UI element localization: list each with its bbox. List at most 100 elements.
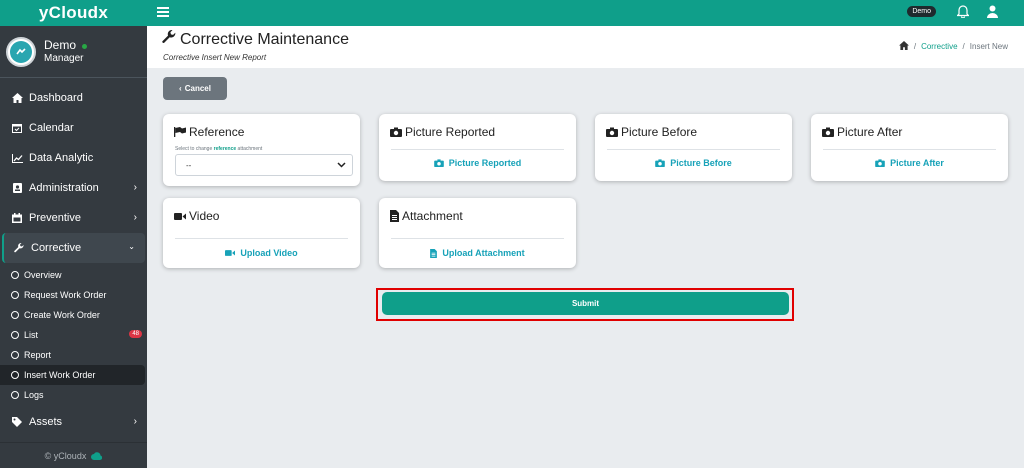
sidebar-item-corrective[interactable]: Corrective ⌄ (2, 233, 145, 263)
page-title-text: Corrective Maintenance (180, 30, 349, 48)
divider (823, 149, 996, 150)
tag-icon (11, 416, 23, 428)
sidebar-item-label: Dashboard (29, 92, 83, 104)
file-icon (430, 248, 438, 258)
count-badge: 48 (129, 330, 142, 338)
card-title: Attachment (390, 209, 463, 223)
wrench-icon (13, 242, 25, 254)
divider (607, 149, 780, 150)
subnav-item-report[interactable]: Report (0, 345, 147, 365)
reference-select[interactable]: -- (175, 154, 353, 176)
brand-logo[interactable]: yCloudx (0, 0, 147, 26)
user-icon[interactable] (987, 5, 998, 23)
subnav-item-list[interactable]: List 48 (0, 325, 147, 345)
chevron-right-icon: › (133, 212, 137, 223)
circle-icon (11, 311, 19, 319)
subnav-item-overview[interactable]: Overview (0, 265, 147, 285)
breadcrumb-current: Insert New (969, 42, 1008, 51)
video-card: Video Upload Video (163, 198, 360, 268)
sidebar-item-label: Calendar (29, 122, 74, 134)
circle-icon (11, 351, 19, 359)
video-camera-icon (225, 250, 236, 256)
sidebar: yCloudx Demo Manager Dashboard Calendar … (0, 0, 147, 468)
cancel-label: Cancel (184, 84, 211, 93)
sidebar-nav: Dashboard Calendar Data Analytic Adminis… (0, 83, 147, 437)
subnav-item-label: Request Work Order (24, 290, 107, 300)
card-title: Reference (174, 125, 244, 139)
sidebar-item-label: Assets (29, 416, 63, 428)
divider (391, 238, 564, 239)
chevron-left-icon: ‹ (179, 84, 182, 93)
copyright-text: © yCloudx (44, 450, 87, 461)
cloud-icon (91, 451, 103, 460)
camera-icon (433, 159, 444, 167)
circle-icon (11, 271, 19, 279)
breadcrumb-separator: / (962, 42, 965, 51)
subnav-item-label: Create Work Order (24, 310, 100, 320)
link-label: Upload Attachment (442, 248, 525, 258)
chevron-right-icon: › (133, 416, 137, 427)
page-subtitle: Corrective Insert New Report (163, 53, 267, 62)
upload-video-link[interactable]: Upload Video (163, 248, 360, 258)
card-title-text: Video (189, 209, 220, 223)
user-logo-icon (16, 47, 26, 54)
upload-attachment-link[interactable]: Upload Attachment (379, 248, 576, 258)
subnav-item-label: Logs (24, 390, 44, 400)
bell-icon[interactable] (956, 5, 970, 23)
card-title-text: Picture Before (621, 125, 698, 139)
chart-line-icon (11, 152, 23, 164)
video-camera-icon (174, 212, 186, 220)
chevron-right-icon: › (133, 182, 137, 193)
picture-reported-card: Picture Reported Picture Reported (379, 114, 576, 181)
user-panel[interactable]: Demo Manager (0, 26, 147, 78)
home-icon[interactable] (898, 41, 909, 52)
subnav-item-label: Report (24, 350, 52, 360)
card-title: Picture Before (606, 125, 697, 139)
id-badge-icon (11, 182, 23, 194)
sidebar-item-label: Corrective (31, 242, 82, 254)
subnav-item-logs[interactable]: Logs (0, 385, 147, 405)
subnav-item-request-work-order[interactable]: Request Work Order (0, 285, 147, 305)
submit-button[interactable]: Submit (382, 292, 789, 315)
reference-select-value: -- (186, 160, 192, 170)
sidebar-item-label: Data Analytic (29, 152, 94, 164)
file-icon (390, 210, 399, 222)
sidebar-item-label: Administration (29, 182, 99, 194)
sidebar-item-administration[interactable]: Administration › (0, 173, 147, 203)
sidebar-item-data-analytic[interactable]: Data Analytic (0, 143, 147, 173)
cancel-button[interactable]: ‹ Cancel (163, 77, 227, 100)
subnav-item-label: List (24, 330, 39, 340)
wrench-icon (162, 29, 176, 49)
home-icon (11, 92, 23, 104)
sidebar-footer: © yCloudx (0, 442, 147, 468)
reference-hint-link[interactable]: reference (214, 146, 237, 152)
divider (391, 149, 564, 150)
picture-after-link[interactable]: Picture After (811, 158, 1008, 168)
reference-hint: Select to change reference attachment (175, 146, 263, 152)
picture-before-link[interactable]: Picture Before (595, 158, 792, 168)
sidebar-item-preventive[interactable]: Preventive › (0, 203, 147, 233)
sidebar-item-dashboard[interactable]: Dashboard (0, 83, 147, 113)
user-role: Manager (44, 52, 84, 64)
card-title-text: Picture Reported (405, 125, 496, 139)
subnav-item-create-work-order[interactable]: Create Work Order (0, 305, 147, 325)
calendar-check-icon (11, 122, 23, 134)
picture-before-card: Picture Before Picture Before (595, 114, 792, 181)
camera-icon (655, 159, 666, 167)
sidebar-item-assets[interactable]: Assets › (0, 407, 147, 437)
breadcrumb-link-corrective[interactable]: Corrective (921, 42, 957, 51)
sidebar-item-calendar[interactable]: Calendar (0, 113, 147, 143)
link-label: Picture Before (670, 158, 732, 168)
subnav-item-label: Insert Work Order (24, 370, 96, 380)
picture-reported-link[interactable]: Picture Reported (379, 158, 576, 168)
page-header: Corrective Maintenance Corrective Insert… (147, 26, 1024, 68)
circle-icon (11, 371, 19, 379)
link-label: Picture After (890, 158, 944, 168)
menu-toggle-icon[interactable] (157, 7, 169, 17)
breadcrumb: / Corrective / Insert New (898, 41, 1008, 52)
reference-card: Reference Select to change reference att… (163, 114, 360, 186)
demo-badge[interactable]: Demo (907, 6, 936, 17)
attachment-card: Attachment Upload Attachment (379, 198, 576, 268)
top-navbar: Demo (147, 0, 1024, 26)
subnav-item-insert-work-order[interactable]: Insert Work Order (0, 365, 145, 385)
